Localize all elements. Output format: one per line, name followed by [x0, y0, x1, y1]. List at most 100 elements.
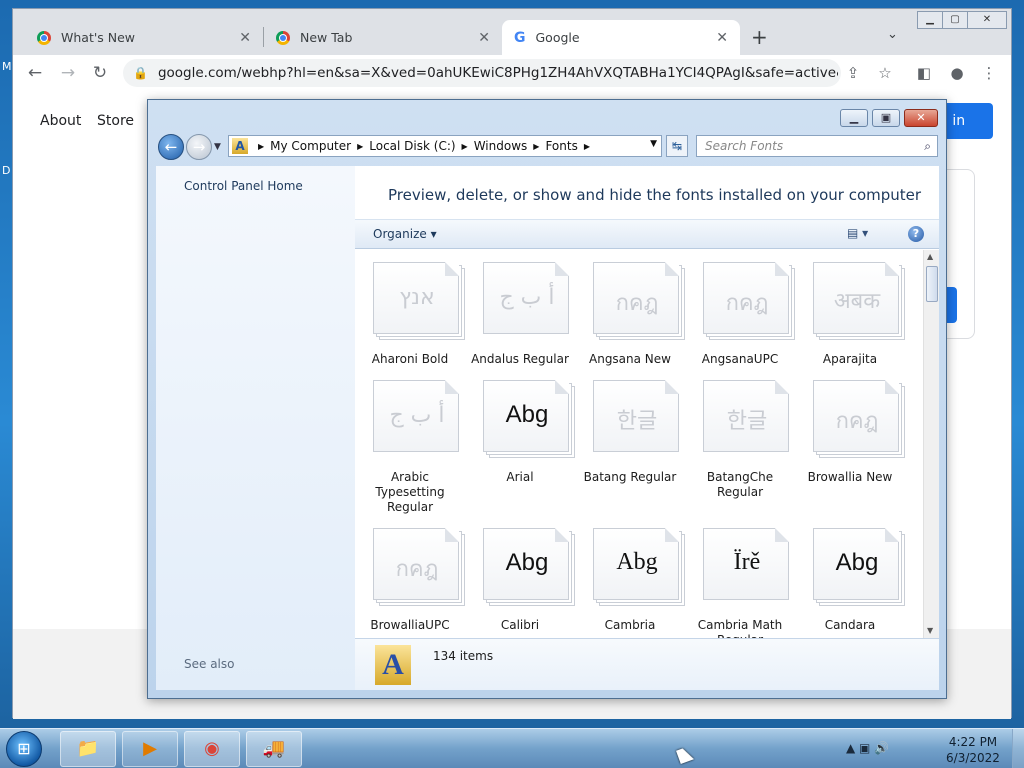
breadcrumb-fonts[interactable]: Fonts — [545, 139, 577, 153]
organize-menu[interactable]: Organize ▾ — [373, 227, 437, 241]
breadcrumb-my-computer[interactable]: My Computer — [270, 139, 351, 153]
forward-button[interactable]: → — [56, 61, 80, 85]
forward-button[interactable]: → — [186, 134, 212, 160]
fonts-explorer-window: ▁ ▣ ✕ ← → ▼ A ▶ My Computer ▶ Local Disk… — [147, 99, 947, 699]
tab-title: What's New — [61, 30, 136, 45]
recent-pages-dropdown[interactable]: ▼ — [214, 142, 221, 152]
refresh-button[interactable]: ↹ — [666, 135, 688, 157]
store-link[interactable]: Store — [97, 113, 134, 129]
font-sheet: กคฎ — [813, 380, 899, 452]
font-file-icon[interactable]: 한글 — [703, 380, 797, 458]
close-icon[interactable]: ✕ — [239, 30, 251, 46]
system-tray-icons[interactable]: ▲ ▣ 🔊 — [846, 741, 889, 755]
font-file-icon[interactable]: Abg — [813, 528, 907, 606]
page-headline: Preview, delete, or show and hide the fo… — [388, 186, 922, 204]
tab-new-tab[interactable]: New Tab ✕ — [264, 20, 502, 55]
clock[interactable]: 4:22 PM 6/3/2022 — [940, 734, 1006, 766]
help-icon[interactable]: ? — [908, 226, 924, 242]
address-bar[interactable]: A ▶ My Computer ▶ Local Disk (C:) ▶ Wind… — [228, 135, 662, 157]
page-fold — [445, 380, 459, 394]
font-sheet: กคฎ — [703, 262, 789, 334]
font-file-icon[interactable]: Abg — [593, 528, 687, 606]
vertical-scrollbar[interactable]: ▲ ▼ — [923, 250, 939, 638]
font-file-icon[interactable]: กคฎ — [813, 380, 907, 458]
breadcrumb-separator[interactable]: ▶ — [533, 142, 539, 151]
font-file-icon[interactable]: กคฎ — [703, 262, 797, 340]
close-button[interactable]: ✕ — [904, 109, 938, 127]
taskbar-app-button[interactable]: 🚚 — [246, 731, 302, 767]
search-input[interactable]: Search Fonts ⌕ — [696, 135, 938, 157]
minimize-button[interactable]: ▁ — [917, 11, 943, 29]
start-button[interactable]: ⊞ — [6, 731, 42, 767]
font-sheet: أ ب ج — [373, 380, 459, 452]
tab-whats-new[interactable]: What's New ✕ — [25, 20, 263, 55]
font-sheet: 한글 — [703, 380, 789, 452]
back-button[interactable]: ← — [23, 61, 47, 85]
views-icon[interactable]: ▤ ▾ — [847, 226, 868, 240]
scroll-up-icon[interactable]: ▲ — [927, 252, 933, 261]
breadcrumb-separator[interactable]: ▶ — [258, 142, 264, 151]
search-icon[interactable]: ⌕ — [924, 136, 931, 156]
about-link[interactable]: About — [40, 113, 81, 129]
side-panel-icon[interactable]: ◧ — [912, 61, 936, 85]
font-sheet: กคฎ — [373, 528, 459, 600]
minimize-button[interactable]: ▁ — [840, 109, 868, 127]
taskbar-chrome-button[interactable]: ◉ — [184, 731, 240, 767]
taskbar-media-button[interactable]: ▶ — [122, 731, 178, 767]
show-desktop-button[interactable] — [1012, 729, 1024, 768]
font-file-icon[interactable]: Ïrě — [703, 528, 797, 606]
reload-button[interactable]: ↻ — [88, 61, 112, 85]
close-window-button[interactable]: ✕ — [967, 11, 1007, 29]
tab-search-button[interactable]: ⌄ — [887, 27, 898, 42]
font-file-icon[interactable]: กคฎ — [593, 262, 687, 340]
page-fold — [665, 262, 679, 276]
font-file-icon[interactable]: أ ب ج — [373, 380, 467, 458]
page-fold — [775, 262, 789, 276]
font-file-icon[interactable]: 한글 — [593, 380, 687, 458]
font-name-label: Calibri — [500, 618, 540, 632]
font-sheet: Abg — [593, 528, 679, 600]
profile-icon[interactable]: ● — [945, 61, 969, 85]
maximize-button[interactable]: ▢ — [942, 11, 968, 29]
control-panel-home-link[interactable]: Control Panel Home — [184, 179, 303, 193]
font-file-icon[interactable]: Abg — [483, 528, 577, 606]
share-icon[interactable]: ⇪ — [841, 61, 865, 85]
breadcrumb-local-disk[interactable]: Local Disk (C:) — [369, 139, 455, 153]
address-dropdown-icon[interactable]: ▼ — [650, 139, 657, 149]
tab-google[interactable]: G Google ✕ — [502, 20, 740, 55]
font-file-icon[interactable]: Abg — [483, 380, 577, 458]
font-sheet: Abg — [813, 528, 899, 600]
new-tab-button[interactable]: + — [751, 25, 768, 49]
font-file-icon[interactable]: अबक — [813, 262, 907, 340]
address-bar[interactable]: 🔒 google.com/webhp?hl=en&sa=X&ved=0ahUKE… — [123, 59, 841, 87]
font-file-icon[interactable]: أ ب ج — [483, 262, 577, 340]
taskbar-explorer-button[interactable]: 📁 — [60, 731, 116, 767]
breadcrumb-windows[interactable]: Windows — [474, 139, 528, 153]
fonts-folder-icon: A — [232, 138, 248, 154]
close-icon[interactable]: ✕ — [716, 30, 728, 46]
scroll-thumb[interactable] — [926, 266, 938, 302]
font-file-icon[interactable]: กคฎ — [373, 528, 467, 606]
font-name-label: Candara — [824, 618, 876, 632]
folder-icon: 📁 — [76, 738, 100, 759]
scroll-down-icon[interactable]: ▼ — [927, 626, 933, 635]
page-fold — [885, 380, 899, 394]
breadcrumb-separator[interactable]: ▶ — [584, 142, 590, 151]
breadcrumb-separator[interactable]: ▶ — [357, 142, 363, 151]
lock-icon[interactable]: 🔒 — [133, 66, 148, 80]
font-preview-glyph: 한글 — [726, 409, 768, 434]
bookmark-star-icon[interactable]: ☆ — [873, 61, 897, 85]
font-preview-glyph: กคฎ — [615, 291, 659, 316]
url-text[interactable]: google.com/webhp?hl=en&sa=X&ved=0ahUKEwi… — [158, 65, 838, 81]
breadcrumb-separator[interactable]: ▶ — [462, 142, 468, 151]
font-file-icon[interactable]: אנץ — [373, 262, 467, 340]
font-preview-glyph: 한글 — [616, 409, 658, 434]
close-icon[interactable]: ✕ — [478, 30, 490, 46]
maximize-button[interactable]: ▣ — [872, 109, 900, 127]
chrome-icon: ◉ — [204, 738, 220, 759]
font-name-label: AngsanaUPC — [701, 352, 779, 366]
font-preview-glyph: Abg — [616, 549, 658, 575]
back-button[interactable]: ← — [158, 134, 184, 160]
menu-icon[interactable]: ⋮ — [977, 61, 1001, 85]
clock-date: 6/3/2022 — [946, 751, 1000, 765]
